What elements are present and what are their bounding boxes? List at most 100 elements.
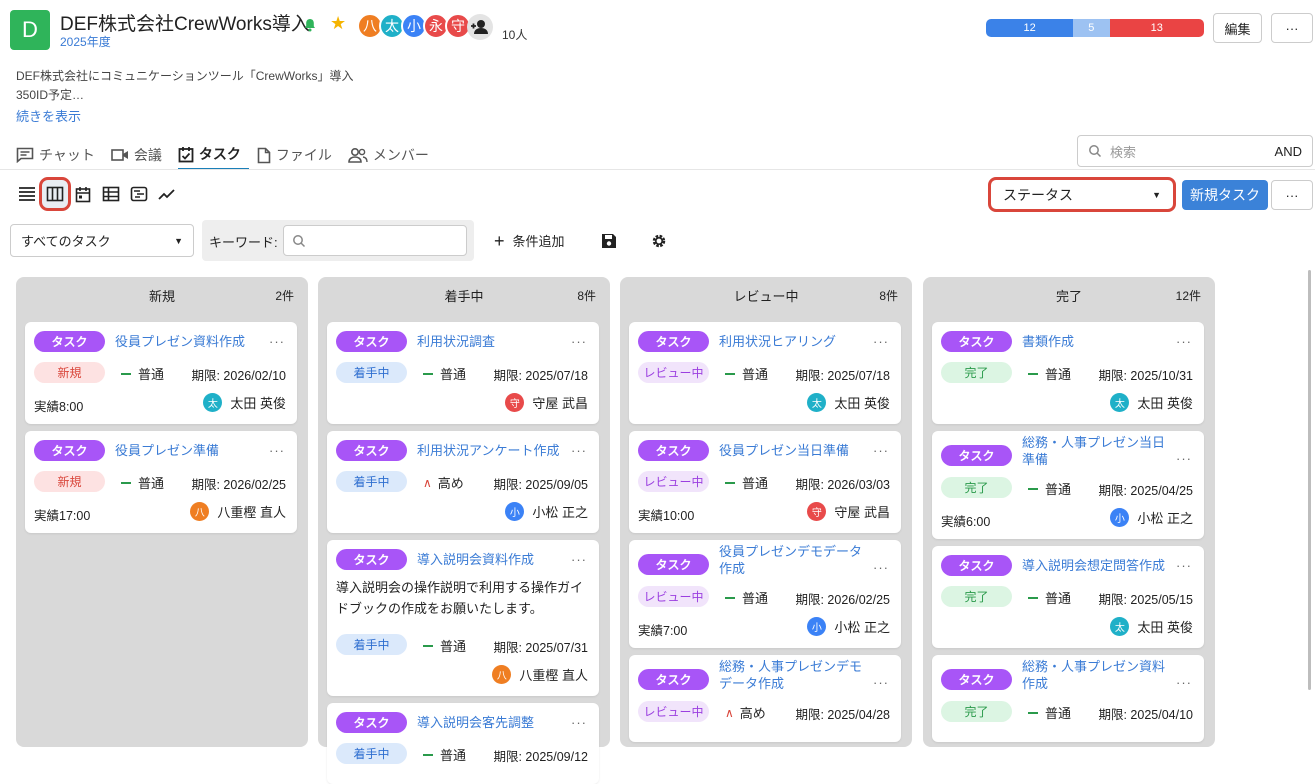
assignee[interactable]: 小小松 正之 bbox=[505, 502, 588, 521]
task-title[interactable]: 役員プレゼン準備 bbox=[115, 442, 267, 459]
card-menu-icon[interactable]: ··· bbox=[1176, 334, 1192, 349]
priority-label: 普通 bbox=[742, 367, 769, 382]
card-menu-icon[interactable]: ··· bbox=[873, 334, 889, 349]
task-card[interactable]: タスク 役員プレゼンデモデータ作成 ··· レビュー中 普通 期限: 2026/02/25… bbox=[629, 540, 901, 648]
search-mode[interactable]: AND bbox=[1275, 144, 1302, 159]
task-filter-value: すべてのタスク bbox=[21, 234, 111, 249]
assignee[interactable]: 太太田 英俊 bbox=[1110, 617, 1193, 636]
keyword-input[interactable] bbox=[283, 225, 467, 256]
status-badge: 完了 bbox=[941, 362, 1012, 383]
add-member-icon[interactable] bbox=[467, 14, 493, 40]
more-button[interactable]: ··· bbox=[1271, 13, 1313, 43]
member-avatars[interactable]: 八太小永守 bbox=[357, 13, 471, 39]
assignee[interactable]: 守守屋 武昌 bbox=[505, 393, 588, 412]
task-card[interactable]: タスク 役員プレゼン資料作成 ··· 新規 普通 期限: 2026/02/10 実績8:00… bbox=[25, 322, 297, 424]
gear-icon[interactable] bbox=[650, 232, 668, 250]
edit-button[interactable]: 編集 bbox=[1213, 13, 1262, 43]
show-more-link[interactable]: 続きを表示 bbox=[16, 106, 81, 125]
scrollbar[interactable] bbox=[1308, 270, 1311, 690]
task-title[interactable]: 利用状況調査 bbox=[417, 333, 569, 350]
task-title[interactable]: 役員プレゼン当日準備 bbox=[719, 442, 871, 459]
assignee[interactable]: 守守屋 武昌 bbox=[807, 502, 890, 521]
task-card[interactable]: タスク 総務・人事プレゼンデモデータ作成 ··· レビュー中 ∧ 高め 期限: 2025/0… bbox=[629, 655, 901, 742]
assignee-name: 太田 英俊 bbox=[1137, 620, 1193, 635]
task-title[interactable]: 導入説明会想定問答作成 bbox=[1022, 557, 1174, 574]
tab-task[interactable]: タスク bbox=[177, 140, 249, 170]
task-title[interactable]: 総務・人事プレゼンデモデータ作成 bbox=[719, 658, 871, 692]
tab-members[interactable]: メンバー bbox=[348, 140, 437, 170]
card-menu-icon[interactable]: ··· bbox=[1176, 451, 1192, 466]
group-by-select[interactable]: ステータス ▼ bbox=[988, 177, 1176, 212]
card-menu-icon[interactable]: ··· bbox=[873, 560, 889, 575]
card-menu-icon[interactable]: ··· bbox=[1176, 675, 1192, 690]
task-icon bbox=[178, 146, 199, 163]
task-title[interactable]: 書類作成 bbox=[1022, 333, 1174, 350]
column-count: 8件 bbox=[577, 289, 596, 303]
card-menu-icon[interactable]: ··· bbox=[873, 443, 889, 458]
task-title[interactable]: 役員プレゼン資料作成 bbox=[115, 333, 267, 350]
task-card[interactable]: タスク 利用状況調査 ··· 着手中 普通 期限: 2025/07/18 守守屋 武昌 bbox=[327, 322, 599, 424]
priority: 普通 bbox=[423, 636, 466, 655]
list-view-icon[interactable] bbox=[14, 180, 40, 208]
add-condition-button[interactable]: + 条件追加 bbox=[494, 231, 565, 250]
task-title[interactable]: 導入説明会資料作成 bbox=[417, 551, 569, 568]
assignee[interactable]: 八八重樫 直人 bbox=[492, 665, 588, 684]
task-title[interactable]: 総務・人事プレゼン当日準備 bbox=[1022, 434, 1174, 468]
actual-time: 実績6:00 bbox=[941, 515, 991, 529]
card-menu-icon[interactable]: ··· bbox=[571, 715, 587, 730]
card-menu-icon[interactable]: ··· bbox=[873, 675, 889, 690]
assignee[interactable]: 小小松 正之 bbox=[1110, 508, 1193, 527]
gantt-view-icon[interactable] bbox=[126, 180, 152, 208]
card-menu-icon[interactable]: ··· bbox=[571, 334, 587, 349]
board-more-button[interactable]: ··· bbox=[1271, 180, 1313, 210]
tab-video[interactable]: 会議 bbox=[111, 140, 170, 170]
calendar-view-icon[interactable] bbox=[70, 180, 96, 208]
board-view-icon[interactable] bbox=[39, 177, 71, 211]
priority-label: 普通 bbox=[138, 367, 165, 382]
card-menu-icon[interactable]: ··· bbox=[571, 443, 587, 458]
task-title[interactable]: 利用状況ヒアリング bbox=[719, 333, 871, 350]
status-badge: 着手中 bbox=[336, 634, 407, 655]
task-card[interactable]: タスク 役員プレゼン当日準備 ··· レビュー中 普通 期限: 2026/03/03 実績1… bbox=[629, 431, 901, 533]
new-task-button[interactable]: 新規タスク bbox=[1182, 180, 1268, 210]
star-icon[interactable]: ★ bbox=[330, 14, 346, 32]
project-year[interactable]: 2025年度 bbox=[60, 33, 111, 50]
assignee[interactable]: 太太田 英俊 bbox=[1110, 393, 1193, 412]
bell-icon[interactable] bbox=[303, 18, 317, 32]
task-card[interactable]: タスク 導入説明会資料作成 ··· 導入説明会の操作説明で利用する操作ガイドブックの作… bbox=[327, 540, 599, 696]
task-card[interactable]: タスク 総務・人事プレゼン当日準備 ··· 完了 普通 期限: 2025/04/25 実績6… bbox=[932, 431, 1204, 539]
tab-file[interactable]: ファイル bbox=[257, 140, 340, 170]
task-card[interactable]: タスク 役員プレゼン準備 ··· 新規 普通 期限: 2026/02/25 実績17:00 八… bbox=[25, 431, 297, 533]
task-card[interactable]: タスク 利用状況ヒアリング ··· レビュー中 普通 期限: 2025/07/18 太太田 … bbox=[629, 322, 901, 424]
card-menu-icon[interactable]: ··· bbox=[571, 552, 587, 567]
task-card[interactable]: タスク 総務・人事プレゼン資料作成 ··· 完了 普通 期限: 2025/04/10 bbox=[932, 655, 1204, 742]
status-badge: レビュー中 bbox=[638, 471, 709, 492]
search-input[interactable]: 検索 AND bbox=[1077, 135, 1313, 167]
card-menu-icon[interactable]: ··· bbox=[269, 443, 285, 458]
save-icon[interactable] bbox=[600, 232, 618, 250]
plus-icon: + bbox=[494, 230, 505, 251]
table-view-icon[interactable] bbox=[98, 180, 124, 208]
task-title[interactable]: 総務・人事プレゼン資料作成 bbox=[1022, 658, 1174, 692]
assignee[interactable]: 小小松 正之 bbox=[807, 617, 890, 636]
task-card[interactable]: タスク 利用状況アンケート作成 ··· 着手中 ∧ 高め 期限: 2025/09/05 小小松… bbox=[327, 431, 599, 533]
task-card[interactable]: タスク 導入説明会客先調整 ··· 着手中 普通 期限: 2025/09/12 bbox=[327, 703, 599, 784]
task-card[interactable]: タスク 書類作成 ··· 完了 普通 期限: 2025/10/31 太太田 英俊 bbox=[932, 322, 1204, 424]
task-title[interactable]: 役員プレゼンデモデータ作成 bbox=[719, 543, 871, 577]
task-title[interactable]: 導入説明会客先調整 bbox=[417, 714, 569, 731]
project-description: DEF株式会社にコミュニケーションツール「CrewWorks」導入 350ID予定… bbox=[16, 69, 354, 102]
chat-icon bbox=[16, 147, 39, 163]
chart-view-icon[interactable] bbox=[154, 180, 180, 208]
assignee[interactable]: 八八重樫 直人 bbox=[190, 502, 286, 521]
priority-label: 普通 bbox=[742, 591, 769, 606]
card-menu-icon[interactable]: ··· bbox=[1176, 558, 1192, 573]
assignee[interactable]: 太太田 英俊 bbox=[203, 393, 286, 412]
task-title[interactable]: 利用状況アンケート作成 bbox=[417, 442, 569, 459]
task-filter-select[interactable]: すべてのタスク ▼ bbox=[10, 224, 194, 257]
priority: 普通 bbox=[725, 364, 768, 383]
task-card[interactable]: タスク 導入説明会想定問答作成 ··· 完了 普通 期限: 2025/05/15 太太田 英… bbox=[932, 546, 1204, 648]
tab-chat[interactable]: チャット bbox=[16, 140, 103, 170]
assignee[interactable]: 太太田 英俊 bbox=[807, 393, 890, 412]
priority-normal-icon bbox=[1028, 487, 1038, 490]
card-menu-icon[interactable]: ··· bbox=[269, 334, 285, 349]
